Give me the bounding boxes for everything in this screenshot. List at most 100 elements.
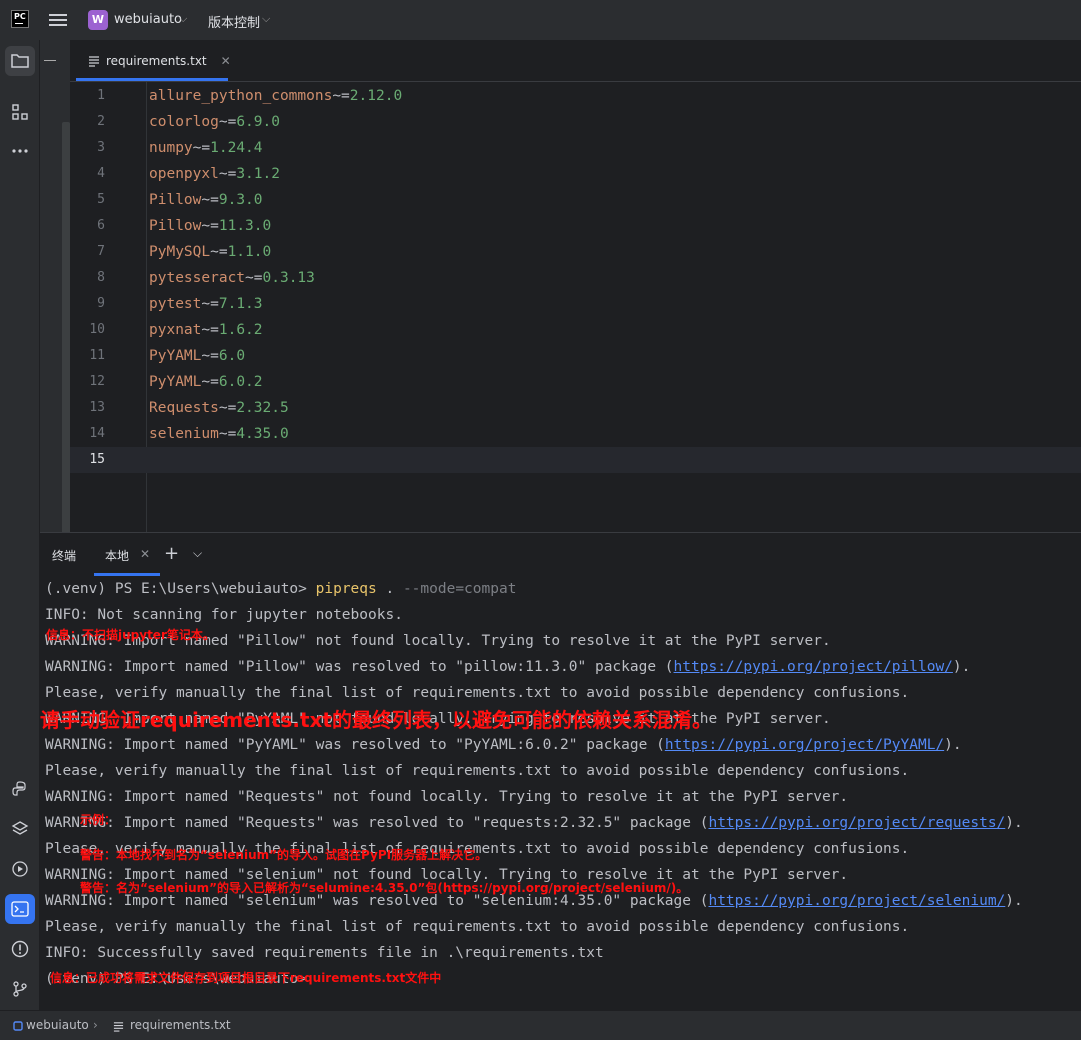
code-line[interactable]: 3 numpy~=1.24.4 bbox=[70, 135, 1081, 161]
terminal-icon[interactable] bbox=[5, 894, 35, 924]
code-line[interactable]: 11 PyYAML~=6.0 bbox=[70, 343, 1081, 369]
terminal-line: (.venv) PS E:\Users\webuiauto> pipreqs .… bbox=[45, 581, 517, 597]
tab-label: requirements.txt bbox=[106, 54, 207, 68]
code-line[interactable]: 13 Requests~=2.32.5 bbox=[70, 395, 1081, 421]
terminal-tab-local[interactable]: 本地 ✕ bbox=[94, 533, 160, 577]
code-line[interactable]: 10 pyxnat~=1.6.2 bbox=[70, 317, 1081, 343]
terminal-line: Please, verify manually the final list o… bbox=[45, 919, 910, 935]
code-text: Pillow~=11.3.0 bbox=[149, 218, 272, 234]
annotation-verify: 请手动验证requirements.txt的最终列表，以避免可能的依赖关系混淆。 bbox=[40, 708, 712, 732]
code-line[interactable]: 12 PyYAML~=6.0.2 bbox=[70, 369, 1081, 395]
annotation-saved: 信息：已成功将需求文件保存到项目根目录下requirements.txt文件中 bbox=[50, 971, 442, 985]
text-file-icon bbox=[113, 1022, 124, 1032]
line-number: 15 bbox=[89, 452, 105, 467]
code-text: PyYAML~=6.0 bbox=[149, 348, 246, 364]
code-text: numpy~=1.24.4 bbox=[149, 140, 263, 156]
terminal-line: Please, verify manually the final list o… bbox=[45, 763, 910, 779]
terminal-output[interactable]: (.venv) PS E:\Users\webuiauto> pipreqs .… bbox=[40, 576, 1081, 1010]
line-number: 4 bbox=[97, 166, 105, 181]
terminal-line: WARNING: Import named "Requests" was res… bbox=[45, 815, 1023, 831]
code-text: pytest~=7.1.3 bbox=[149, 296, 263, 312]
structure-icon[interactable] bbox=[5, 97, 35, 127]
code-text: pyxnat~=1.6.2 bbox=[149, 322, 263, 338]
code-text: PyYAML~=6.0.2 bbox=[149, 374, 263, 390]
code-text: colorlog~=6.9.0 bbox=[149, 114, 280, 130]
code-text: openpyxl~=3.1.2 bbox=[149, 166, 280, 182]
active-tab-indicator bbox=[76, 78, 228, 81]
terminal-header: 终端 本地 ✕ + ⌵ bbox=[40, 532, 1081, 576]
main-menu-icon[interactable] bbox=[49, 11, 67, 29]
pypi-link[interactable]: https://pypi.org/project/pillow/ bbox=[674, 659, 953, 675]
line-number: 12 bbox=[89, 374, 105, 389]
line-number: 6 bbox=[97, 218, 105, 233]
terminal-line: WARNING: Import named "Requests" not fou… bbox=[45, 789, 849, 805]
code-text: pytesseract~=0.3.13 bbox=[149, 270, 315, 286]
line-number: 3 bbox=[97, 140, 105, 155]
project-folder-icon[interactable] bbox=[5, 46, 35, 76]
code-text: Pillow~=9.3.0 bbox=[149, 192, 263, 208]
code-line[interactable]: 1 allure_python_commons~=2.12.0 bbox=[70, 83, 1081, 109]
close-icon[interactable]: ✕ bbox=[221, 54, 231, 68]
code-line[interactable]: 15 bbox=[70, 447, 1081, 473]
breadcrumb-separator-icon: › bbox=[93, 1018, 98, 1032]
title-bar: PC W webuiauto ⌵ 版本控制 ⌵ bbox=[0, 0, 1081, 40]
minimize-icon[interactable] bbox=[44, 60, 56, 61]
chevron-down-icon[interactable]: ⌵ bbox=[262, 12, 270, 26]
line-number: 10 bbox=[89, 322, 105, 337]
pypi-link[interactable]: https://pypi.org/project/selenium/ bbox=[708, 893, 1005, 909]
code-line[interactable]: 7 PyMySQL~=1.1.0 bbox=[70, 239, 1081, 265]
breadcrumb-file[interactable]: requirements.txt bbox=[130, 1018, 231, 1032]
breadcrumb-project[interactable]: webuiauto bbox=[26, 1018, 89, 1032]
project-badge-icon[interactable]: W bbox=[88, 10, 108, 30]
editor-tabs: requirements.txt ✕ bbox=[70, 40, 1081, 82]
pypi-link[interactable]: https://pypi.org/project/PyYAML/ bbox=[665, 737, 944, 753]
code-editor[interactable]: 1 allure_python_commons~=2.12.0 2 colorlog~… bbox=[70, 82, 1081, 532]
project-switcher[interactable]: webuiauto bbox=[114, 12, 182, 27]
code-line[interactable]: 9 pytest~=7.1.3 bbox=[70, 291, 1081, 317]
annotation-warning-not-found: 警告：本地找不到名为“selenium”的导入。试图在PyPI服务器上解决它。 bbox=[80, 848, 488, 862]
code-text: allure_python_commons~=2.12.0 bbox=[149, 88, 403, 104]
pypi-link[interactable]: https://pypi.org/project/requests/ bbox=[708, 815, 1005, 831]
line-number: 8 bbox=[97, 270, 105, 285]
code-text: selenium~=4.35.0 bbox=[149, 426, 289, 442]
line-number: 7 bbox=[97, 244, 105, 259]
services-icon[interactable] bbox=[5, 854, 35, 884]
python-packages-icon[interactable] bbox=[5, 774, 35, 804]
status-bar: webuiauto › requirements.txt bbox=[0, 1010, 1081, 1040]
layers-icon[interactable] bbox=[5, 814, 35, 844]
text-file-icon bbox=[89, 56, 99, 67]
line-number: 5 bbox=[97, 192, 105, 207]
scrollbar[interactable] bbox=[62, 122, 70, 566]
code-line[interactable]: 6 Pillow~=11.3.0 bbox=[70, 213, 1081, 239]
terminal-line: INFO: Successfully saved requirements fi… bbox=[45, 945, 604, 961]
code-line[interactable]: 5 Pillow~=9.3.0 bbox=[70, 187, 1081, 213]
terminal-title: 终端 bbox=[52, 549, 77, 563]
line-number: 1 bbox=[97, 88, 105, 103]
code-line[interactable]: 14 selenium~=4.35.0 bbox=[70, 421, 1081, 447]
code-line[interactable]: 2 colorlog~=6.9.0 bbox=[70, 109, 1081, 135]
more-tools-icon[interactable] bbox=[5, 136, 35, 166]
annotation-warning-resolved: 警告：名为“selenium”的导入已解析为“selumine:4.35.0”包… bbox=[80, 881, 689, 895]
vcs-menu[interactable]: 版本控制 bbox=[208, 12, 260, 31]
terminal-line: Please, verify manually the final list o… bbox=[45, 685, 910, 701]
chevron-down-icon[interactable]: ⌵ bbox=[179, 12, 187, 26]
pycharm-logo-icon[interactable]: PC bbox=[11, 10, 29, 28]
project-tool-strip bbox=[40, 40, 70, 566]
tab-requirements[interactable]: requirements.txt ✕ bbox=[76, 40, 243, 82]
close-icon[interactable]: ✕ bbox=[140, 547, 150, 561]
chevron-down-icon[interactable]: ⌵ bbox=[193, 546, 202, 561]
add-terminal-icon[interactable]: + bbox=[164, 543, 179, 564]
line-number: 11 bbox=[89, 348, 105, 363]
code-line[interactable]: 4 openpyxl~=3.1.2 bbox=[70, 161, 1081, 187]
terminal-tab-label: 本地 bbox=[105, 549, 130, 563]
module-icon bbox=[13, 1021, 23, 1031]
line-number: 14 bbox=[89, 426, 105, 441]
git-icon[interactable] bbox=[5, 974, 35, 1004]
line-number: 9 bbox=[97, 296, 105, 311]
line-number: 13 bbox=[89, 400, 105, 415]
problems-icon[interactable] bbox=[5, 934, 35, 964]
annotation-info: 信息：不扫描jupyter笔记本。 bbox=[46, 628, 215, 642]
annotation-example: 示例： bbox=[80, 813, 117, 827]
terminal-line: WARNING: Import named "PyYAML" was resol… bbox=[45, 737, 962, 753]
code-line[interactable]: 8 pytesseract~=0.3.13 bbox=[70, 265, 1081, 291]
